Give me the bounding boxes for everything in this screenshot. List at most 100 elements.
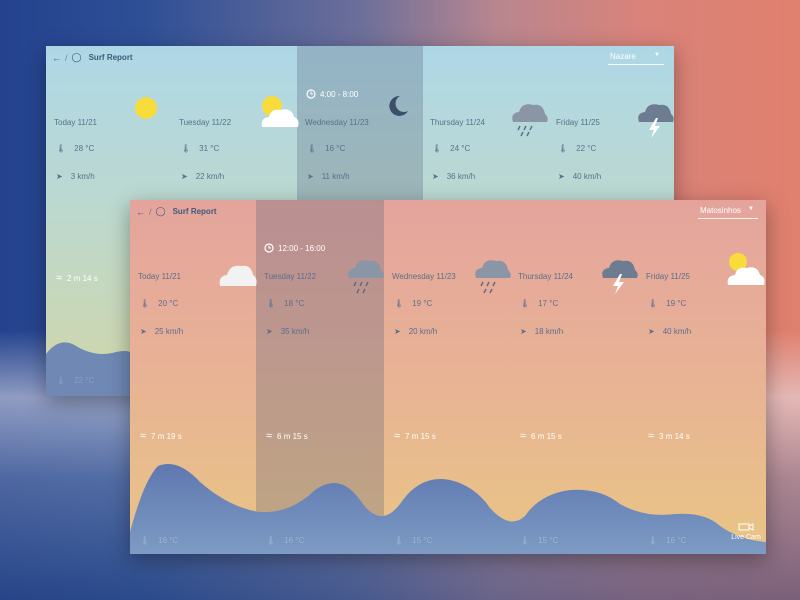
sun-icon xyxy=(135,97,157,119)
nav: ← / ◯ Surf Report xyxy=(52,52,133,63)
nav: ← / ◯ Surf Report xyxy=(136,206,217,217)
wind-value: 11 km/h xyxy=(321,172,350,181)
temp-row: 🌡 28 °C xyxy=(56,144,94,153)
thermometer-icon: 🌡 xyxy=(432,144,443,153)
back-arrow-icon[interactable]: ← xyxy=(136,207,145,217)
wind-value: 22 km/h xyxy=(195,172,225,181)
wind-value: 40 km/h xyxy=(662,327,692,336)
wind-value: 25 km/h xyxy=(154,327,184,336)
water-temp-value: 16 °C xyxy=(666,536,687,545)
storm-cloud-icon xyxy=(638,104,674,138)
thermometer-icon: 🌡 xyxy=(394,536,405,545)
day-label: Thursday 11/24 xyxy=(518,272,573,281)
cloud-icon xyxy=(219,265,257,286)
wave-row: ≈6 m 15 s xyxy=(266,430,308,442)
thermometer-icon: 🌡 xyxy=(56,144,67,153)
clock-icon xyxy=(264,243,274,253)
wind-row: ➤ 35 km/h xyxy=(266,327,309,336)
thermometer-icon: 🌡 xyxy=(181,144,192,153)
wave-value: 7 m 15 s xyxy=(405,431,436,441)
wind-value: 3 km/h xyxy=(70,172,95,181)
water-temp-value: 22 °C xyxy=(74,376,95,385)
rain-cloud-icon xyxy=(475,260,511,294)
day-label: Today 11/21 xyxy=(138,272,181,281)
wind-value: 36 km/h xyxy=(446,172,476,181)
location-label: Matosinhos xyxy=(700,206,741,215)
rain-cloud-icon xyxy=(512,104,548,137)
thermometer-icon: 🌡 xyxy=(394,299,405,308)
chevron-down-icon: ▼ xyxy=(654,52,660,58)
location-dropdown[interactable]: Matosinhos ▼ xyxy=(698,206,758,219)
day-label: Wednesday 11/23 xyxy=(305,118,369,127)
sun-cloud-icon xyxy=(727,253,765,285)
wave-icon: ≈ xyxy=(648,430,655,442)
thermometer-icon: 🌡 xyxy=(56,376,67,385)
back-arrow-icon[interactable]: ← xyxy=(52,53,61,63)
temp-value: 19 °C xyxy=(666,299,687,308)
time-range[interactable]: 4:00 - 8:00 xyxy=(306,89,358,99)
water-temp-value: 15 °C xyxy=(412,536,433,545)
thermometer-icon: 🌡 xyxy=(520,536,531,545)
wave-value: 6 m 15 s xyxy=(531,431,562,441)
temp-value: 16 °C xyxy=(325,144,346,153)
temp-value: 18 °C xyxy=(284,299,305,308)
temp-value: 31 °C xyxy=(199,144,220,153)
time-range[interactable]: 12:00 - 16:00 xyxy=(264,243,325,253)
day-label: Tuesday 11/22 xyxy=(179,118,232,127)
temp-row: 🌡 18 °C xyxy=(266,299,304,308)
storm-cloud-icon xyxy=(602,260,638,294)
wind-value: 40 km/h xyxy=(572,172,602,181)
temp-value: 20 °C xyxy=(158,299,179,308)
wind-direction-icon: ➤ xyxy=(648,327,655,336)
temp-row: 🌡 16 °C xyxy=(307,144,345,153)
water-temp-row: 🌡 16 °C xyxy=(266,536,304,545)
thermometer-icon: 🌡 xyxy=(307,144,318,153)
wind-direction-icon: ➤ xyxy=(181,172,188,181)
clock-icon xyxy=(306,89,316,99)
water-temp-value: 16 °C xyxy=(158,536,179,545)
wind-direction-icon: ➤ xyxy=(432,172,439,181)
wind-direction-icon: ➤ xyxy=(140,327,147,336)
live-cam-label: Live Cam xyxy=(731,534,761,541)
separator: / xyxy=(65,52,68,63)
swell-chart-area xyxy=(46,342,130,396)
wind-direction-icon: ➤ xyxy=(266,327,273,336)
wind-row: ➤ 40 km/h xyxy=(558,172,601,181)
water-temp-row: 🌡 16 °C xyxy=(648,536,686,545)
drop-icon: ◯ xyxy=(71,52,82,62)
wind-value: 18 km/h xyxy=(534,327,564,336)
wind-row: ➤ 3 km/h xyxy=(56,172,95,181)
temp-row: 🌡 20 °C xyxy=(140,299,178,308)
wind-direction-icon: ➤ xyxy=(558,172,565,181)
wind-row: ➤ 20 km/h xyxy=(394,327,437,336)
wind-row: ➤ 36 km/h xyxy=(432,172,475,181)
wind-row: ➤ 25 km/h xyxy=(140,327,183,336)
water-temp-value: 16 °C xyxy=(284,536,305,545)
thermometer-icon: 🌡 xyxy=(140,536,151,545)
sun-cloud-icon xyxy=(261,96,299,127)
day-label: Friday 11/25 xyxy=(556,118,600,127)
temp-value: 28 °C xyxy=(74,144,95,153)
separator: / xyxy=(149,206,152,217)
wind-row: ➤ 11 km/h xyxy=(307,172,350,181)
location-dropdown[interactable]: Nazare ▼ xyxy=(608,52,664,65)
day-label: Thursday 11/24 xyxy=(430,118,485,127)
wave-value: 2 m 14 s xyxy=(67,273,98,283)
location-label: Nazare xyxy=(610,52,636,61)
temp-row: 🌡 22 °C xyxy=(558,144,596,153)
wave-row: ≈6 m 15 s xyxy=(520,430,562,442)
wave-row: ≈7 m 19 s xyxy=(140,430,182,442)
wind-value: 20 km/h xyxy=(408,327,438,336)
wave-row: ≈3 m 14 s xyxy=(648,430,690,442)
temp-value: 19 °C xyxy=(412,299,433,308)
wave-icon: ≈ xyxy=(140,430,147,442)
temp-row: 🌡 17 °C xyxy=(520,299,558,308)
drop-icon: ◯ xyxy=(155,206,166,216)
surf-report-card-matosinhos: ← / ◯ Surf Report Matosinhos ▼ 12:00 - 1… xyxy=(130,200,766,554)
wind-direction-icon: ➤ xyxy=(520,327,527,336)
chevron-down-icon: ▼ xyxy=(748,206,754,212)
live-cam-button[interactable]: Live Cam xyxy=(730,522,762,541)
wind-row: ➤ 40 km/h xyxy=(648,327,691,336)
temp-row: 🌡 31 °C xyxy=(181,144,219,153)
wave-row: ≈2 m 14 s xyxy=(56,272,98,284)
